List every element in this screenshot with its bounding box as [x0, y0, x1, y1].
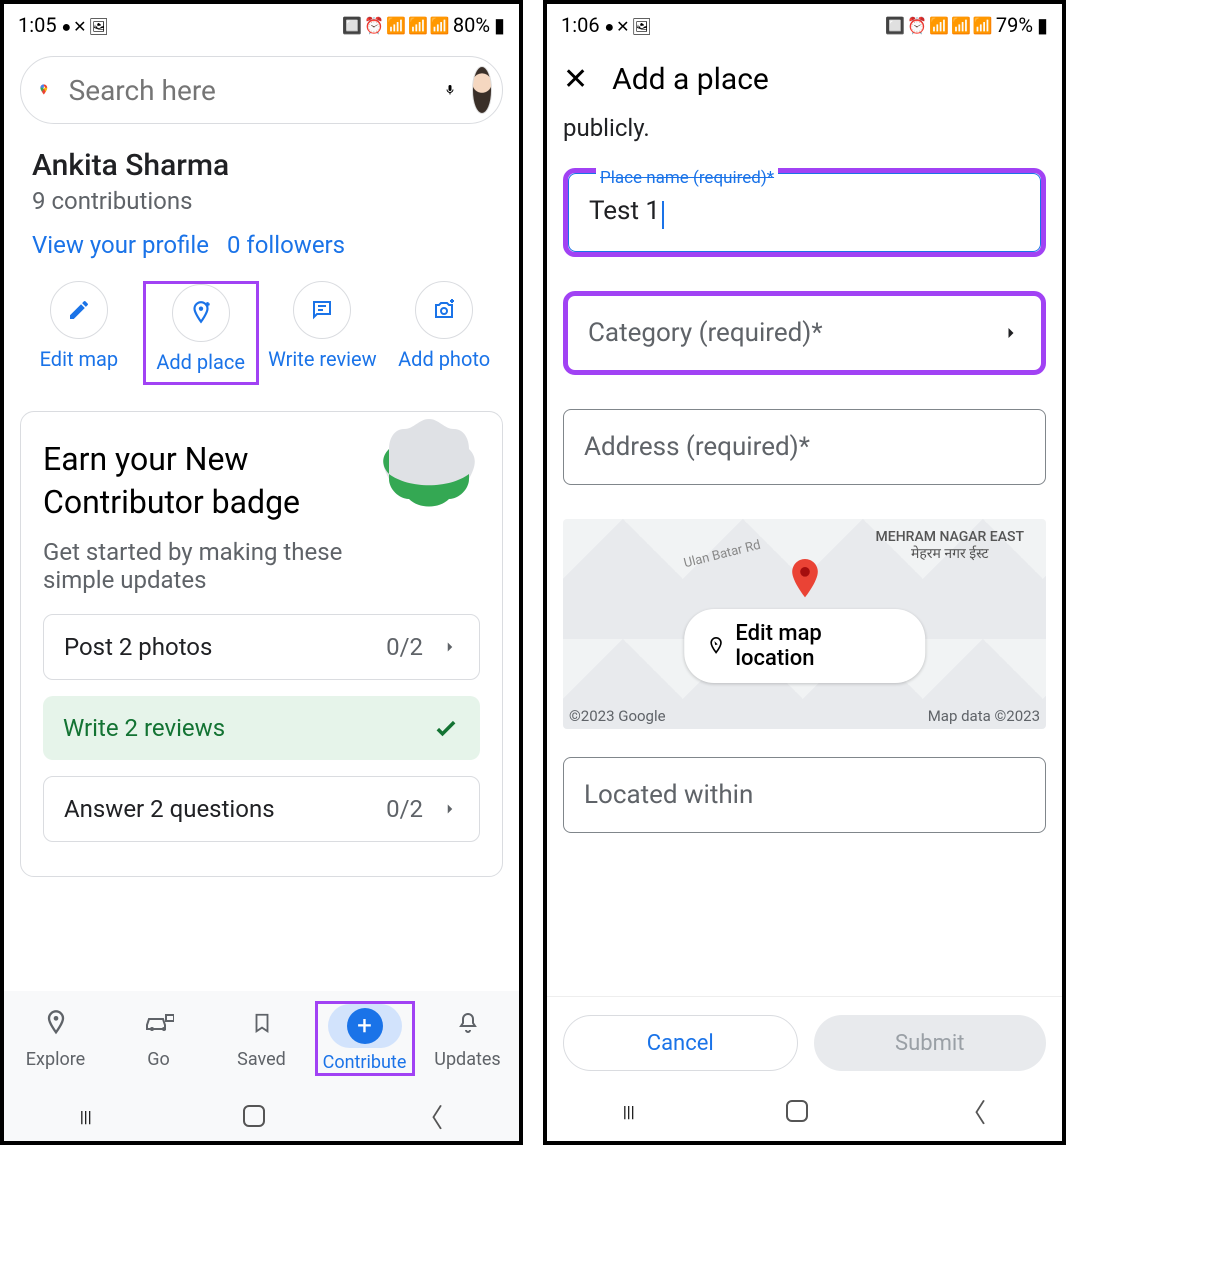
system-nav: ||| 〈	[4, 1091, 519, 1141]
profile-avatar[interactable]	[472, 66, 492, 114]
status-right: 🔲 ⏰ 📶 📶 📶 80% ▮	[342, 13, 505, 37]
task-write-reviews[interactable]: Write 2 reviews	[43, 696, 480, 760]
plus-icon: +	[347, 1008, 383, 1044]
chevron-right-icon	[441, 638, 459, 656]
map-attribution-left: ©2023 Google	[569, 707, 666, 725]
action-row: Edit map Add place Write review Add phot…	[4, 259, 519, 407]
add-photo-action[interactable]: Add photo	[386, 281, 502, 385]
recents-button[interactable]: |||	[623, 1102, 635, 1121]
write-review-action[interactable]: Write review	[264, 281, 380, 385]
submit-button[interactable]: Submit	[814, 1015, 1047, 1071]
mic-icon[interactable]	[444, 75, 456, 105]
cancel-button[interactable]: Cancel	[563, 1015, 798, 1071]
place-name-label: Place name (required)*	[596, 168, 778, 188]
add-place-action[interactable]: Add place	[143, 281, 259, 385]
add-place-footer: Cancel Submit	[547, 996, 1062, 1081]
home-button[interactable]	[786, 1100, 808, 1122]
publicly-text: publicly.	[563, 114, 1046, 142]
status-right: 🔲 ⏰ 📶 📶 📶 79% ▮	[885, 13, 1048, 37]
nav-contribute[interactable]: + Contribute	[315, 1001, 415, 1076]
camera-icon	[432, 298, 456, 322]
map-area-label: MEHRAM NAGAR EAST मेहरम नगर ईस्ट	[876, 529, 1024, 563]
maps-logo-icon	[37, 73, 51, 107]
bookmark-icon	[251, 1010, 273, 1036]
status-bar: 1:06 ● ✕ 🖼 🔲 ⏰ 📶 📶 📶 79% ▮	[547, 4, 1062, 42]
nav-updates[interactable]: Updates	[418, 1001, 518, 1076]
nav-go[interactable]: Go	[109, 1001, 209, 1076]
close-icon[interactable]: ✕	[563, 62, 588, 97]
car-icon	[144, 1011, 174, 1035]
profile-block: Ankita Sharma 9 contributions View your …	[4, 134, 519, 259]
profile-contributions: 9 contributions	[32, 187, 491, 215]
back-button[interactable]: 〈	[417, 1098, 443, 1135]
phone-right: 1:06 ● ✕ 🖼 🔲 ⏰ 📶 📶 📶 79% ▮ ✕ Add a place…	[543, 0, 1066, 1145]
system-nav: ||| 〈	[547, 1081, 1062, 1141]
status-time: 1:05 ● ✕ 🖼	[18, 13, 108, 37]
status-left-icons: ● ✕ 🖼	[62, 17, 108, 36]
add-place-header: ✕ Add a place	[547, 42, 1062, 108]
edit-map-action[interactable]: Edit map	[21, 281, 137, 385]
nav-explore[interactable]: Explore	[6, 1001, 106, 1076]
chevron-right-icon	[441, 800, 459, 818]
bottom-nav: Explore Go Saved + Contribute Updates ||…	[4, 991, 519, 1141]
badge-subtitle: Get started by making these simple updat…	[43, 538, 383, 594]
located-within-field[interactable]: Located within	[563, 757, 1046, 833]
home-button[interactable]	[243, 1105, 265, 1127]
category-field[interactable]: Category (required)*	[563, 291, 1046, 375]
address-field[interactable]: Address (required)*	[563, 409, 1046, 485]
edit-location-icon	[706, 636, 726, 656]
page-title: Add a place	[612, 62, 769, 97]
check-icon	[432, 714, 460, 742]
pencil-icon	[67, 298, 91, 322]
status-time: 1:06 ● ✕ 🖼	[561, 13, 651, 37]
badge-icon	[379, 414, 479, 514]
bell-icon	[456, 1010, 480, 1036]
task-post-photos[interactable]: Post 2 photos 0/2	[43, 614, 480, 680]
badge-card: Earn your New Contributor badge Get star…	[20, 411, 503, 877]
search-input[interactable]	[67, 73, 428, 108]
add-place-icon	[188, 300, 214, 326]
review-icon	[310, 298, 334, 322]
map-attribution-right: Map data ©2023	[928, 707, 1040, 725]
view-profile-link[interactable]: View your profile	[32, 231, 209, 259]
place-name-field-group: Place name (required)* Test 1	[563, 168, 1046, 257]
recents-button[interactable]: |||	[80, 1107, 92, 1126]
search-bar[interactable]	[20, 56, 503, 124]
status-bar: 1:05 ● ✕ 🖼 🔲 ⏰ 📶 📶 📶 80% ▮	[4, 4, 519, 42]
task-answer-questions[interactable]: Answer 2 questions 0/2	[43, 776, 480, 842]
status-left-icons: ● ✕ 🖼	[605, 17, 651, 36]
pin-icon	[42, 1009, 70, 1037]
phone-left: 1:05 ● ✕ 🖼 🔲 ⏰ 📶 📶 📶 80% ▮ Ankita Sharma…	[0, 0, 523, 1145]
map-preview[interactable]: Ulan Batar Rd MEHRAM NAGAR EAST मेहरम नग…	[563, 519, 1046, 729]
profile-name: Ankita Sharma	[32, 148, 491, 183]
chevron-right-icon	[1001, 323, 1021, 343]
badge-title: Earn your New Contributor badge	[43, 438, 343, 524]
nav-saved[interactable]: Saved	[212, 1001, 312, 1076]
map-pin-icon	[785, 559, 825, 607]
followers-link[interactable]: 0 followers	[227, 231, 345, 259]
edit-map-location-chip[interactable]: Edit map location	[684, 609, 926, 683]
road-label: Ulan Batar Rd	[682, 537, 762, 571]
back-button[interactable]: 〈	[960, 1093, 986, 1130]
